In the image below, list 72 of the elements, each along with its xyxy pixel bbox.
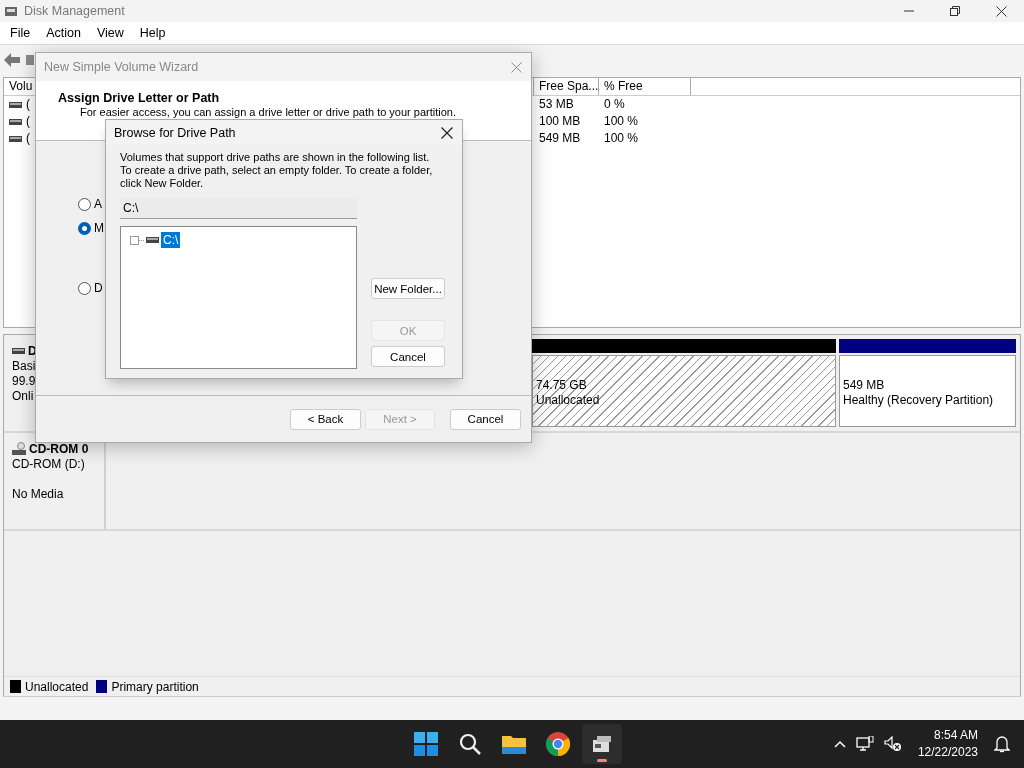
wizard-heading: Assign Drive Letter or Path (58, 90, 221, 106)
search-icon (459, 733, 481, 755)
folder-icon (502, 734, 526, 754)
radio-button[interactable] (78, 281, 91, 295)
table-cell: 100 % (604, 113, 639, 130)
drive-icon (146, 237, 159, 243)
browser-icon (546, 732, 570, 756)
table-cell: 53 MB (539, 96, 574, 113)
menu-item[interactable]: File (2, 26, 39, 40)
cd-drive-icon (12, 442, 26, 456)
dialog-button[interactable]: New Folder... (371, 278, 445, 299)
disk-tool-icon (591, 734, 613, 754)
partition-status: Healthy (Recovery Partition) (843, 393, 995, 408)
disk-management-button[interactable] (582, 724, 622, 764)
path-field[interactable]: C:\ (120, 198, 357, 219)
table-cell: 100 % (604, 130, 639, 147)
table-cell: 100 MB (539, 113, 581, 130)
speaker-muted-icon[interactable] (883, 736, 902, 752)
wizard-title: New Simple Volume Wizard (44, 60, 199, 74)
radio-label: D (94, 281, 103, 295)
network-icon[interactable] (855, 736, 874, 752)
radio-button[interactable] (78, 197, 91, 211)
wizard-button[interactable]: < Back (290, 408, 361, 430)
drive-icon (9, 135, 22, 142)
dialog-button[interactable]: Cancel (371, 346, 445, 367)
drive-icon (9, 118, 22, 125)
disk-status: No Media (12, 487, 65, 502)
instructions-text: Volumes that support drive paths are shown in the following list. To create a drive path, select an empty folder. To create a folder, click New Folder. (120, 151, 434, 190)
back-arrow-icon[interactable] (4, 52, 20, 67)
window-title: Disk Management (24, 4, 125, 18)
table-cell: ( (26, 130, 30, 147)
partition-block[interactable]: 74.75 GB Unallocated (532, 355, 836, 427)
menu-item[interactable]: Help (131, 26, 174, 40)
close-icon (441, 126, 453, 139)
drive-icon (12, 348, 25, 354)
dialog-title: Browse for Drive Path (114, 125, 236, 140)
disk-type: CD-ROM (D:) (12, 457, 86, 472)
column-header[interactable]: % Free (599, 78, 691, 95)
wizard-button[interactable]: Cancel (450, 408, 521, 430)
windows-logo-icon (414, 732, 438, 756)
disk-size: 99.9 (12, 374, 37, 389)
expand-icon[interactable] (130, 235, 144, 245)
partition-size: 549 MB (843, 378, 886, 393)
tree-item[interactable]: C:\ (161, 232, 181, 248)
partition-status: Unallocated (536, 393, 601, 408)
legend-label: Unallocated (25, 679, 89, 694)
wizard-subtitle: For easier access, you can assign a drive letter or drive path to your partition. (79, 106, 457, 118)
drive-icon (9, 101, 22, 108)
disk-name: CD-ROM 0 (29, 442, 89, 456)
disk-management-icon (4, 4, 18, 18)
disk-status: Onli (12, 389, 35, 404)
close-icon (995, 5, 1007, 17)
bell-icon[interactable] (994, 735, 1010, 753)
chevron-up-icon[interactable] (833, 740, 846, 748)
restore-icon (950, 6, 960, 16)
partition-size: 74.75 GB (536, 378, 588, 393)
table-cell: 0 % (604, 96, 625, 113)
table-cell: 549 MB (539, 130, 581, 147)
table-cell: ( (26, 96, 30, 113)
clock[interactable]: 8:54 AM 12/22/2023 (911, 727, 984, 761)
column-header[interactable]: Free Spa... (534, 78, 599, 95)
close-icon (510, 61, 522, 73)
disk-type: Basi (12, 359, 37, 374)
partition-block[interactable]: 549 MB Healthy (Recovery Partition) (839, 355, 1016, 427)
menu-item[interactable]: Action (38, 26, 89, 40)
legend-label: Primary partition (111, 679, 199, 694)
radio-button[interactable] (78, 221, 91, 235)
radio-label: A (94, 197, 102, 211)
radio-label: M (94, 221, 104, 235)
menu-item[interactable]: View (88, 26, 132, 40)
toolbar-icon[interactable] (26, 54, 34, 65)
table-cell: ( (26, 113, 30, 130)
